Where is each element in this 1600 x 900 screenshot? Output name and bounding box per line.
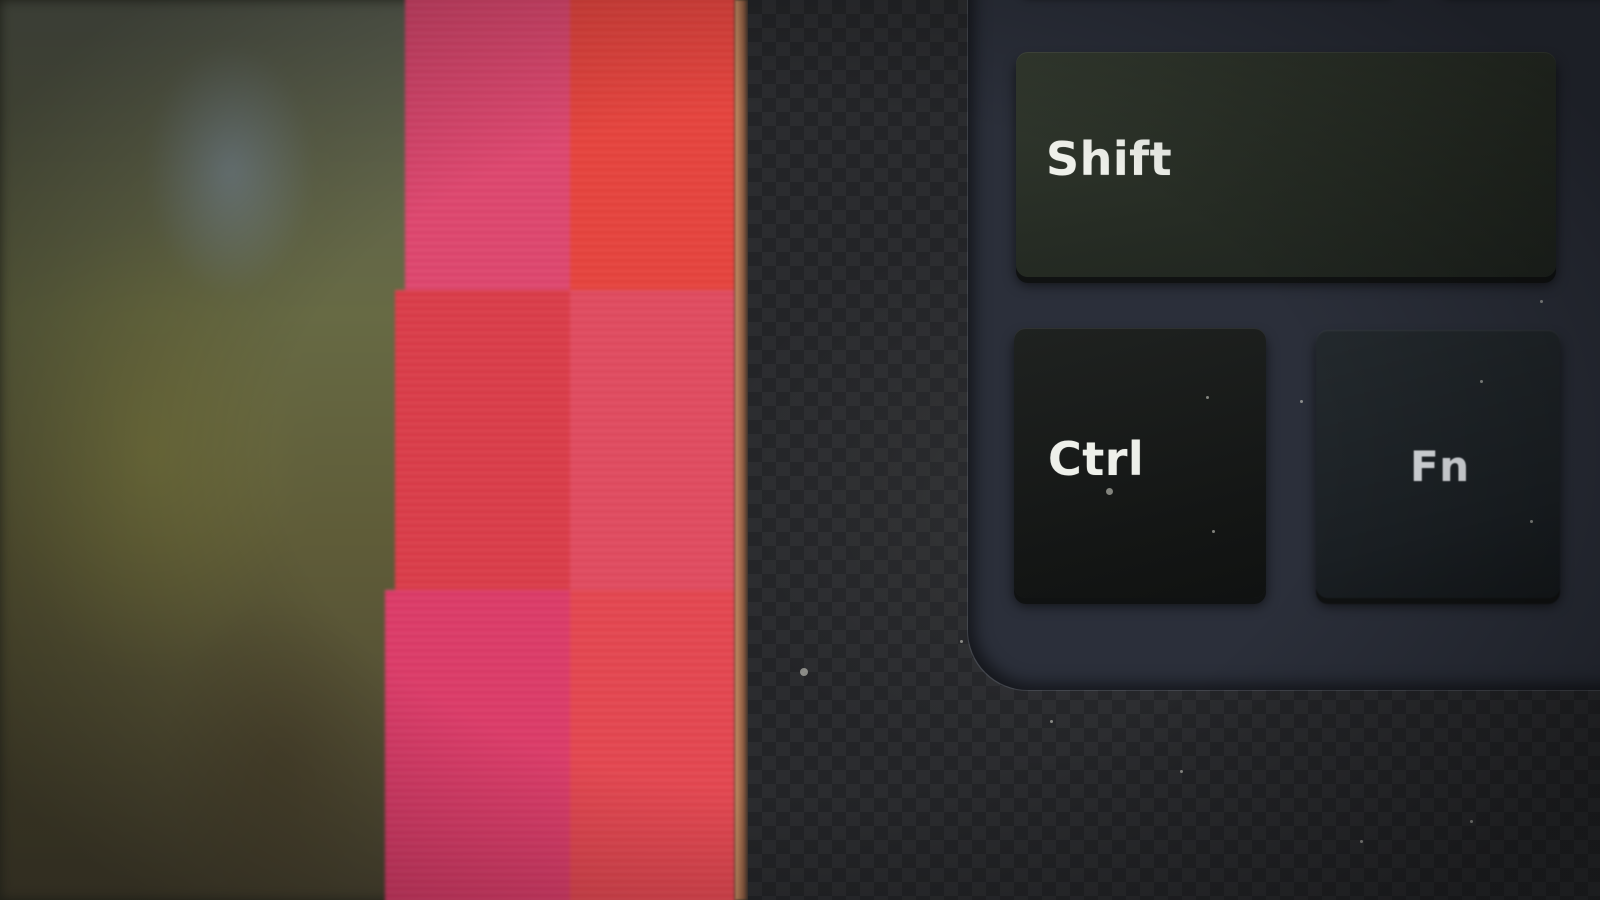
weave-cell: [570, 290, 735, 590]
red-woven-mat: [385, 0, 755, 900]
dust-speck: [800, 668, 808, 676]
shift-key[interactable]: Shift: [1016, 52, 1556, 277]
dust-speck: [1050, 720, 1053, 723]
dust-speck: [1480, 380, 1483, 383]
fn-key-label: Fn: [1410, 442, 1470, 491]
dust-speck: [1300, 400, 1303, 403]
weave-cell: [570, 0, 735, 290]
weave-cell: [405, 0, 570, 290]
weave-cell: [570, 590, 735, 900]
blurred-background: [0, 0, 420, 900]
dust-speck: [1530, 520, 1533, 523]
dust-speck: [960, 640, 963, 643]
dust-speck: [1212, 530, 1215, 533]
dust-speck: [1360, 840, 1363, 843]
fn-key[interactable]: Fn: [1316, 330, 1560, 598]
weave-cell: [395, 290, 570, 590]
dust-speck: [1180, 770, 1183, 773]
dust-speck: [1106, 488, 1113, 495]
ctrl-key-label: Ctrl: [1048, 432, 1145, 486]
keyboard-photo: Shift Ctrl Fn: [0, 0, 1600, 900]
ctrl-key[interactable]: Ctrl: [1014, 328, 1266, 598]
dust-speck: [1470, 820, 1473, 823]
weave-cell: [385, 590, 570, 900]
shift-key-label: Shift: [1046, 132, 1173, 186]
laptop-edge: [735, 0, 749, 900]
dust-speck: [1206, 396, 1209, 399]
dust-speck: [1540, 300, 1543, 303]
